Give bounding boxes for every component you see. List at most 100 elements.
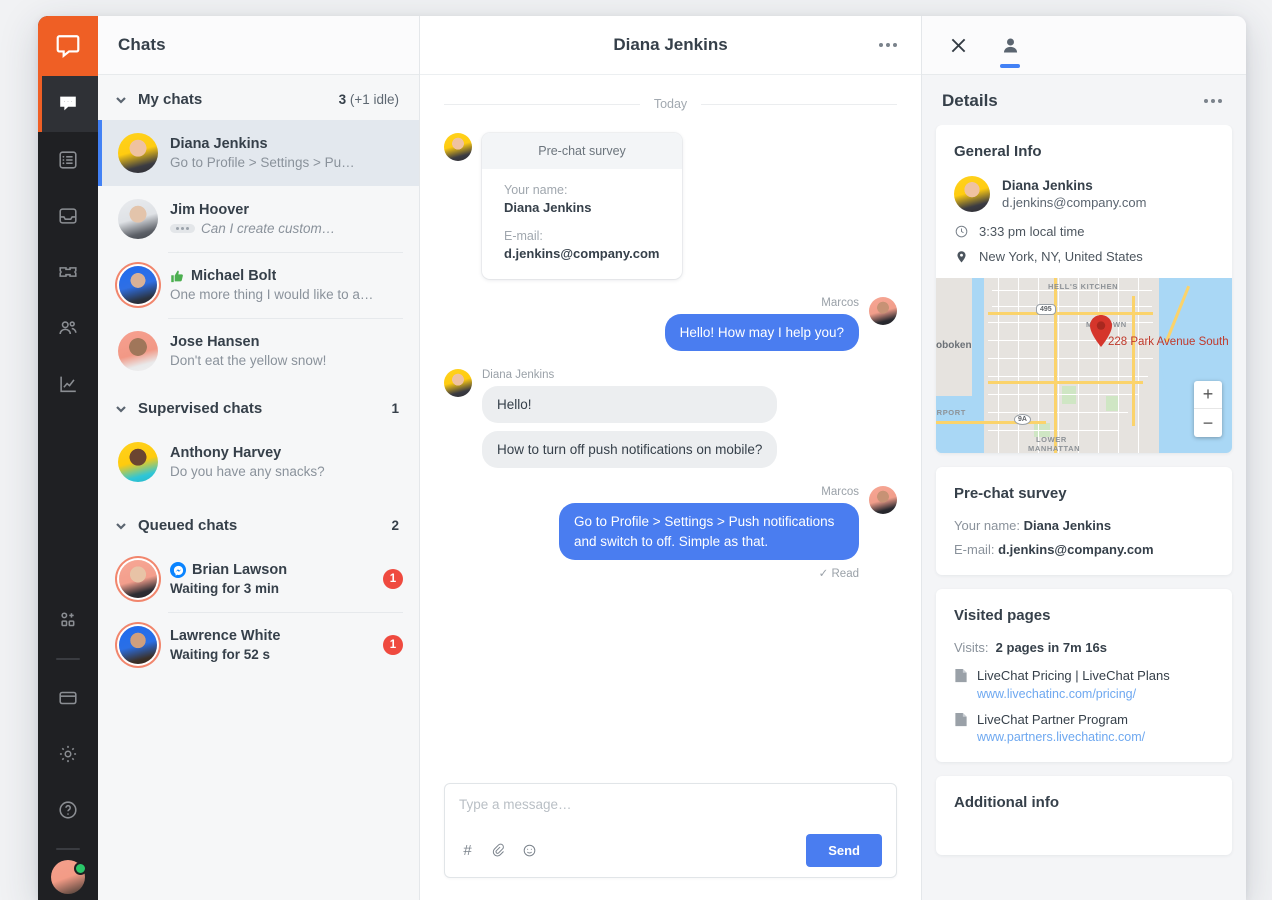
chat-list-item-jim-hoover[interactable]: Jim Hoover Can I create custom… [98,186,419,252]
group-count: 1 [391,401,399,416]
sidebar-item-team[interactable] [38,300,98,356]
send-button[interactable]: Send [806,834,882,867]
sidebar-item-inbox[interactable] [38,188,98,244]
apps-add-icon [61,612,75,627]
general-info-card: General Info Diana Jenkins d.jenkins@com… [936,125,1232,453]
sidebar-item-archives[interactable] [38,132,98,188]
message-composer[interactable]: Type a message… # Send [444,783,897,878]
message-row-customer: Diana Jenkins Hello! How to turn off pus… [444,369,897,469]
map-label-airport: IRPORT [936,408,966,417]
chat-item-name-line: Jim Hoover [170,202,403,218]
map-label-hoboken: oboken [936,340,972,351]
message-avatar [869,486,897,515]
chat-list-scroll[interactable]: My chats 3 (+1 idle) Diana Jenkins Go to… [98,75,419,900]
chat-list-item-lawrence-white[interactable]: Lawrence White Waiting for 52 s 1 [98,612,419,678]
group-title: My chats [138,91,203,108]
current-user-avatar[interactable] [51,860,87,894]
map-zoom-out-button[interactable]: − [1194,409,1222,437]
group-header-my-chats[interactable]: My chats 3 (+1 idle) [98,75,419,120]
group-header-supervised-chats[interactable]: Supervised chats 1 [98,384,419,429]
message-author: Marcos [821,297,859,309]
group-header-queued-chats[interactable]: Queued chats 2 [98,495,419,546]
sidebar-item-help[interactable] [38,782,98,838]
visited-page-text: LiveChat Pricing | LiveChat Plans www.li… [977,667,1170,701]
conversation-body: Today Pre-chat survey Your name: Diana J… [420,75,921,773]
gear-icon [59,745,77,763]
chat-list-item-diana-jenkins[interactable]: Diana Jenkins Go to Profile > Settings >… [98,120,419,186]
sidebar-item-settings[interactable] [38,726,98,782]
read-receipt: ✓ Read [818,567,859,580]
message-avatar [869,297,897,325]
livechat-logo[interactable] [38,16,98,76]
chat-item-name-line: Michael Bolt [170,268,403,284]
pre-chat-survey-card: Pre-chat survey Your name: Diana Jenkins… [482,133,682,279]
chat-item-name: Anthony Harvey [170,445,282,461]
chat-item-meta: Diana Jenkins Go to Profile > Settings >… [170,136,403,170]
chat-list-item-michael-bolt[interactable]: Michael Bolt One more thing I would like… [98,252,419,318]
map-zoom-in-button[interactable]: + [1194,381,1222,409]
conversation-title: Diana Jenkins [613,35,728,54]
message-bubble: Go to Profile > Settings > Push notifica… [559,503,859,560]
conversation-more-menu-icon[interactable] [873,37,903,53]
page-title: Chats [118,35,166,54]
details-more-menu-icon[interactable] [1198,93,1228,109]
hash-icon[interactable]: # [459,842,476,859]
sidebar-item-apps[interactable] [38,592,98,648]
tab-customer-details[interactable] [988,16,1032,75]
location-map[interactable]: 495 9A HELL'S KITCHEN MIDTOWN oboken IRP… [936,278,1232,453]
chat-list-item-jose-hansen[interactable]: Jose Hansen Don't eat the yellow snow! [98,318,419,384]
message-author: Marcos [821,486,859,499]
chat-item-meta: Jim Hoover Can I create custom… [170,202,403,236]
typing-indicator-icon [170,224,195,233]
map-zoom-control[interactable]: + − [1194,381,1222,437]
avatar [954,176,990,212]
chat-logo-icon [56,35,80,59]
team-icon [59,321,77,335]
message-column: Marcos Go to Profile > Settings > Push n… [559,486,859,580]
paperclip-icon[interactable] [490,842,507,859]
chat-item-meta: Lawrence White Waiting for 52 s [170,628,371,662]
person-icon [1003,38,1017,52]
survey-email-row: E-mail: d.jenkins@company.com [954,542,1154,557]
chat-item-meta: Brian Lawson Waiting for 3 min [170,562,371,596]
rail-divider [56,658,80,660]
sidebar-item-ticket[interactable] [38,244,98,300]
day-label: Today [653,97,688,111]
survey-card-header: Pre-chat survey [482,133,682,169]
local-time-text: 3:33 pm local time [979,224,1085,239]
sidebar-item-reports[interactable] [38,356,98,412]
sidebar-item-window[interactable] [38,670,98,726]
visited-page-url[interactable]: www.partners.livechatinc.com/ [977,730,1145,744]
chat-item-name-line: Lawrence White [170,628,371,644]
composer-icon-group: # [459,842,538,859]
avatar [118,133,158,173]
avatar [119,626,157,664]
visited-page-url[interactable]: www.livechatinc.com/pricing/ [977,687,1170,701]
details-scroll[interactable]: General Info Diana Jenkins d.jenkins@com… [922,125,1246,900]
message-input[interactable]: Type a message… [459,797,882,834]
visited-page-item[interactable]: LiveChat Partner Program www.partners.li… [954,711,1214,745]
survey-email-label: E-mail: [504,229,543,243]
chat-list-panel: Chats My chats 3 (+1 idle) Diana Jenkins… [98,16,420,900]
visited-page-text: LiveChat Partner Program www.partners.li… [977,711,1145,745]
rail-divider-2 [56,848,80,850]
map-label-lower-manhattan: LOWER [1036,435,1067,444]
survey-name-row: Your name: Diana Jenkins [954,518,1112,533]
chat-item-name-line: Diana Jenkins [170,136,403,152]
chat-list-item-brian-lawson[interactable]: Brian Lawson Waiting for 3 min 1 [98,546,419,612]
message-row-agent-1: Marcos Hello! How may I help you? [444,297,897,352]
survey-name-value: Diana Jenkins [504,200,592,215]
emoji-icon[interactable] [521,842,538,859]
customer-identity-text: Diana Jenkins d.jenkins@company.com [1002,178,1146,210]
chat-item-name: Jose Hansen [170,334,260,350]
chat-item-preview: Can I create custom… [170,221,403,236]
chat-item-preview: Don't eat the yellow snow! [170,353,327,368]
chevron-down-icon [114,93,128,107]
message-bubble: Hello! [482,386,778,424]
close-icon[interactable] [936,16,980,75]
list-icon [59,151,77,169]
sidebar-item-chats[interactable] [38,76,98,132]
pre-chat-survey-title: Pre-chat survey [954,485,1067,502]
visited-page-item[interactable]: LiveChat Pricing | LiveChat Plans www.li… [954,667,1214,701]
chat-list-item-anthony-harvey[interactable]: Anthony Harvey Do you have any snacks? [98,429,419,495]
